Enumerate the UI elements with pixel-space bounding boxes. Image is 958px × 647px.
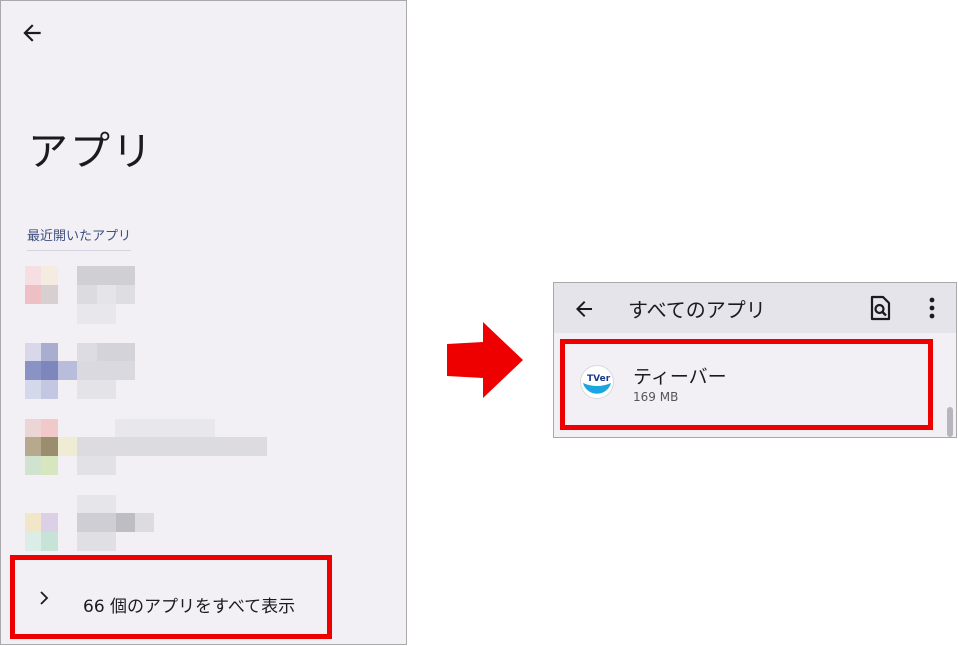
more-options-button[interactable] (922, 295, 942, 321)
tver-app-icon: TVer (580, 365, 614, 399)
app-name: ティーバー (633, 366, 727, 388)
back-button[interactable] (19, 20, 45, 46)
recent-app-item-blurred (25, 343, 135, 403)
back-arrow-icon (576, 301, 592, 317)
back-button[interactable] (572, 297, 596, 321)
recent-app-item-blurred (25, 419, 270, 479)
apps-settings-screen: アプリ 最近開いたアプリ 66 個のアプリをすべて表示 (0, 0, 407, 645)
page-title: アプリ (28, 129, 154, 175)
show-all-apps-button[interactable]: 66 個のアプリをすべて表示 (10, 555, 332, 639)
all-apps-title: すべてのアプリ (628, 298, 766, 322)
tver-icon-text: TVer (587, 374, 611, 384)
app-bar: すべてのアプリ (554, 283, 956, 333)
search-app-icon (870, 295, 891, 321)
show-all-apps-label: 66 個のアプリをすべて表示 (83, 597, 296, 617)
recent-apps-header: 最近開いたアプリ (27, 225, 132, 251)
back-arrow-icon (23, 24, 41, 42)
recent-app-item-blurred (25, 495, 155, 555)
more-vert-icon (929, 297, 935, 319)
scrollbar[interactable] (947, 407, 953, 437)
search-apps-button[interactable] (867, 294, 893, 322)
all-apps-screen: すべてのアプリ TVer ティーバー 169 MB (553, 282, 957, 438)
app-list-item-tver[interactable]: TVer ティーバー 169 MB (560, 339, 933, 430)
recent-app-item-blurred (25, 266, 135, 326)
app-size: 169 MB (633, 390, 679, 404)
red-arrow-icon (447, 322, 523, 398)
chevron-right-icon (40, 591, 49, 605)
